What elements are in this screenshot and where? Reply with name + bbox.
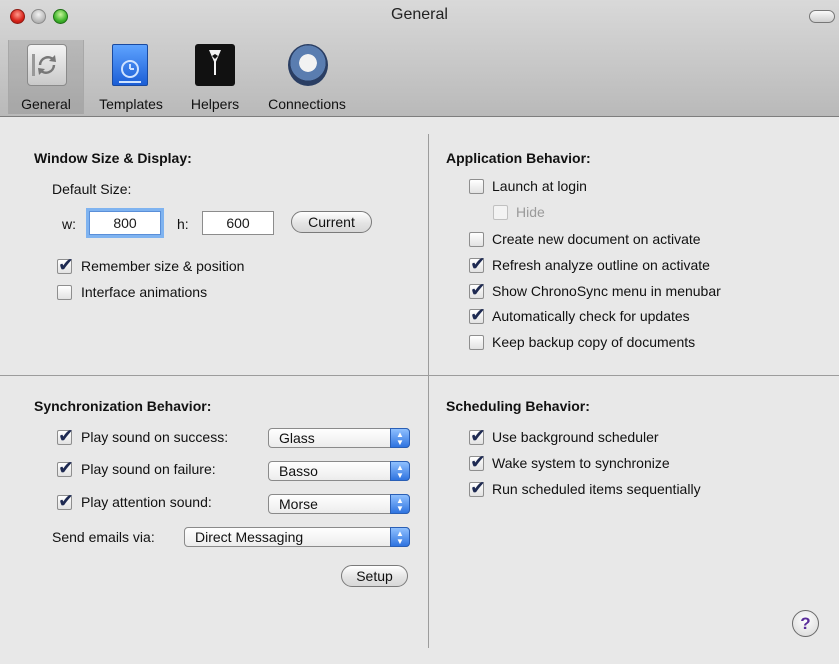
templates-icon — [112, 44, 148, 86]
height-field[interactable]: 600 — [202, 211, 274, 235]
check-updates-checkbox[interactable] — [469, 304, 486, 326]
refresh-outline-checkbox[interactable] — [469, 253, 486, 275]
popup-arrows-icon: ▲ ▼ — [390, 494, 410, 514]
sound-success-checkbox[interactable] — [57, 425, 74, 447]
hide-checkbox[interactable] — [493, 205, 508, 220]
helpers-icon — [195, 44, 235, 86]
width-label: w: — [62, 216, 76, 232]
send-emails-label: Send emails via: — [52, 529, 155, 545]
launch-at-login-checkbox[interactable] — [469, 179, 484, 194]
interface-animations-label: Interface animations — [81, 284, 208, 300]
launch-at-login-label: Launch at login — [492, 178, 587, 194]
window-toolbar: General General Templates Helpers Connec… — [0, 0, 839, 117]
sound-failure-value: Basso — [279, 463, 318, 479]
setup-button[interactable]: Setup — [341, 565, 408, 587]
tab-helpers[interactable]: Helpers — [178, 40, 252, 114]
create-new-document-checkbox[interactable] — [469, 232, 484, 247]
run-sequentially-checkbox[interactable] — [469, 477, 486, 499]
tab-connections[interactable]: Connections — [256, 40, 358, 114]
send-emails-select[interactable]: Direct Messaging ▲ ▼ — [184, 527, 410, 547]
popup-arrows-icon: ▲ ▼ — [390, 527, 410, 547]
horizontal-divider — [0, 375, 839, 376]
sound-failure-label: Play sound on failure: — [81, 461, 216, 477]
sound-attention-label: Play attention sound: — [81, 494, 212, 510]
current-size-button[interactable]: Current — [291, 211, 372, 233]
popup-arrows-icon: ▲ ▼ — [390, 428, 410, 448]
interface-animations-checkbox[interactable] — [57, 285, 72, 300]
check-updates-label: Automatically check for updates — [492, 308, 690, 324]
sound-attention-select[interactable]: Morse ▲ ▼ — [268, 494, 410, 514]
width-field[interactable]: 800 — [89, 211, 161, 235]
wake-system-label: Wake system to synchronize — [492, 455, 670, 471]
send-emails-value: Direct Messaging — [195, 529, 304, 545]
run-sequentially-label: Run scheduled items sequentially — [492, 481, 701, 497]
tab-helpers-label: Helpers — [190, 96, 240, 112]
refresh-outline-label: Refresh analyze outline on activate — [492, 257, 710, 273]
tab-connections-label: Connections — [268, 96, 346, 112]
sound-attention-checkbox[interactable] — [57, 490, 74, 512]
create-new-document-label: Create new document on activate — [492, 231, 701, 247]
sound-attention-value: Morse — [279, 496, 318, 512]
tab-templates-label: Templates — [99, 96, 163, 112]
tab-general-label: General — [21, 96, 71, 112]
backup-copy-checkbox[interactable] — [469, 335, 484, 350]
help-button[interactable]: ? — [792, 610, 819, 637]
remember-size-checkbox[interactable] — [57, 254, 74, 276]
tab-general[interactable]: General — [8, 40, 84, 114]
sound-success-value: Glass — [279, 430, 315, 446]
sync-arrows-icon — [32, 54, 56, 76]
scheduling-header: Scheduling Behavior: — [446, 398, 590, 414]
hide-label: Hide — [516, 204, 545, 220]
sound-success-select[interactable]: Glass ▲ ▼ — [268, 428, 410, 448]
show-menu-label: Show ChronoSync menu in menubar — [492, 283, 721, 299]
tab-templates[interactable]: Templates — [88, 40, 174, 114]
sync-behavior-header: Synchronization Behavior: — [34, 398, 212, 414]
connections-icon — [288, 44, 328, 86]
window-size-header: Window Size & Display: — [34, 150, 192, 166]
remember-size-label: Remember size & position — [81, 258, 245, 274]
background-scheduler-label: Use background scheduler — [492, 429, 659, 445]
default-size-label: Default Size: — [52, 181, 132, 197]
height-label: h: — [177, 216, 189, 232]
general-prefs-icon — [27, 44, 67, 86]
window-title: General — [391, 6, 448, 23]
popup-arrows-icon: ▲ ▼ — [390, 461, 410, 481]
background-scheduler-checkbox[interactable] — [469, 425, 486, 447]
show-menu-checkbox[interactable] — [469, 279, 486, 301]
sound-failure-checkbox[interactable] — [57, 457, 74, 479]
sound-failure-select[interactable]: Basso ▲ ▼ — [268, 461, 410, 481]
sound-success-label: Play sound on success: — [81, 429, 229, 445]
backup-copy-label: Keep backup copy of documents — [492, 334, 696, 350]
app-behavior-header: Application Behavior: — [446, 150, 591, 166]
wake-system-checkbox[interactable] — [469, 451, 486, 473]
toolbar-toggle-button[interactable] — [809, 10, 835, 23]
vertical-divider — [428, 134, 429, 648]
